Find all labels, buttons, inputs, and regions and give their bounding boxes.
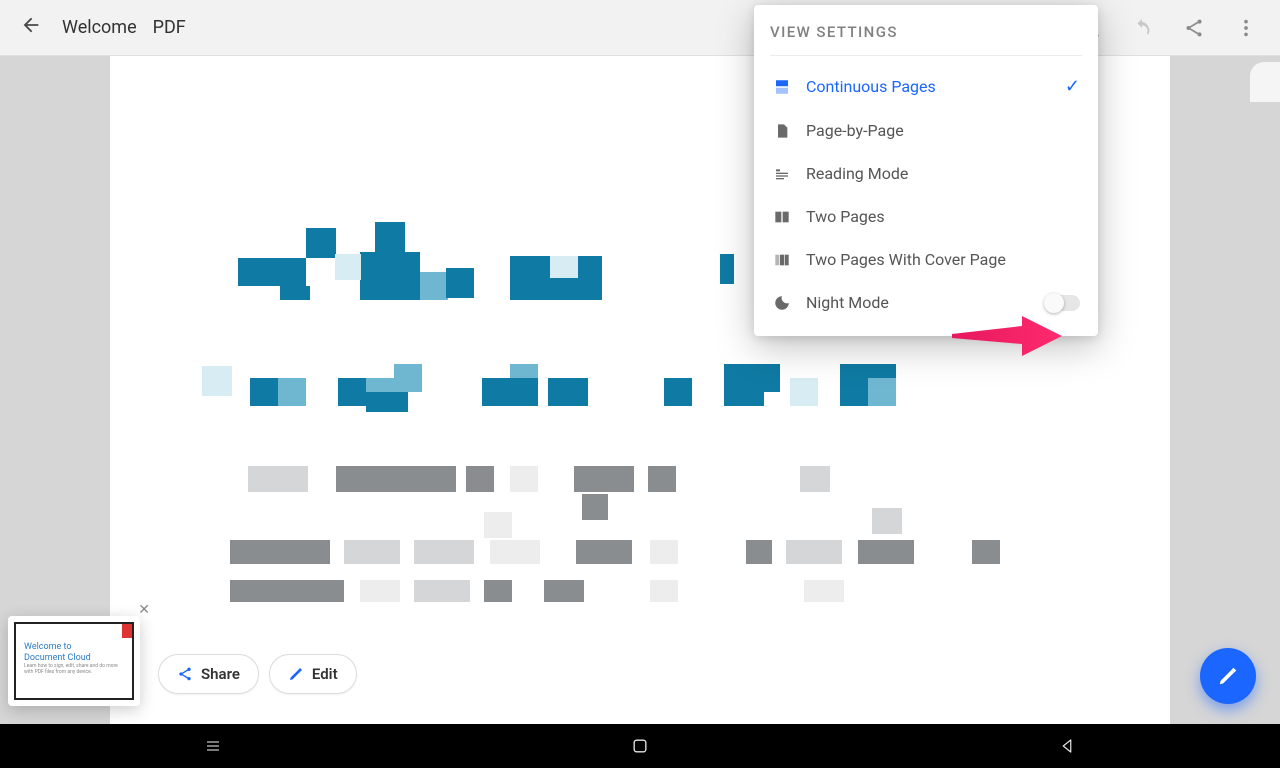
page-by-page-icon <box>772 122 792 140</box>
overflow-menu-icon[interactable] <box>1232 14 1260 42</box>
option-label: Two Pages <box>806 207 885 226</box>
two-pages-icon <box>772 209 792 225</box>
annotation-arrow <box>952 316 1062 360</box>
option-label: Continuous Pages <box>806 77 936 96</box>
option-label: Page-by-Page <box>806 121 904 140</box>
edit-button[interactable]: Edit <box>269 654 357 694</box>
thumbnail-subtitle: Learn how to sign, edit, share and do mo… <box>24 664 124 675</box>
thumbnail-content: Welcome toDocument Cloud Learn how to si… <box>14 622 134 700</box>
option-label: Two Pages With Cover Page <box>806 250 1006 269</box>
option-label: Night Mode <box>806 293 889 312</box>
nav-recent-apps-icon[interactable] <box>193 726 233 766</box>
edit-label: Edit <box>312 665 338 683</box>
share-icon <box>177 666 193 682</box>
adobe-badge-icon <box>122 624 132 638</box>
view-settings-panel: VIEW SETTINGS Continuous Pages ✓ Page-by… <box>754 5 1098 336</box>
option-continuous-pages[interactable]: Continuous Pages ✓ <box>770 64 1082 109</box>
thumbnail-title: Welcome toDocument Cloud <box>24 642 91 664</box>
page-thumbnail-preview[interactable]: ✕ Welcome toDocument Cloud Learn how to … <box>8 616 140 706</box>
thumbnail-close-icon[interactable]: ✕ <box>138 602 150 618</box>
check-icon: ✓ <box>1065 76 1080 97</box>
continuous-pages-icon <box>772 78 792 96</box>
action-pill-row: Share Edit <box>158 654 357 694</box>
option-label: Reading Mode <box>806 164 908 183</box>
share-button[interactable]: Share <box>158 654 259 694</box>
panel-title: VIEW SETTINGS <box>770 23 1082 41</box>
nav-back-icon[interactable] <box>1047 726 1087 766</box>
share-icon[interactable] <box>1180 14 1208 42</box>
option-page-by-page[interactable]: Page-by-Page <box>770 109 1082 152</box>
android-nav-bar <box>0 724 1280 768</box>
option-reading-mode[interactable]: Reading Mode <box>770 152 1082 195</box>
reading-mode-icon <box>772 166 792 182</box>
back-button[interactable] <box>12 10 50 45</box>
share-label: Share <box>201 665 240 683</box>
nav-home-icon[interactable] <box>620 726 660 766</box>
document-title: Welcome <box>62 17 137 38</box>
option-two-pages[interactable]: Two Pages <box>770 195 1082 238</box>
pencil-icon <box>288 666 304 682</box>
document-type-badge: PDF <box>153 17 186 38</box>
bookmark-tab[interactable] <box>1250 62 1280 102</box>
undo-icon[interactable] <box>1128 14 1156 42</box>
two-pages-cover-icon <box>772 252 792 268</box>
night-mode-toggle[interactable] <box>1046 295 1080 311</box>
edit-fab[interactable] <box>1200 648 1256 704</box>
panel-divider <box>770 55 1082 56</box>
night-mode-icon <box>772 294 792 312</box>
option-two-pages-cover[interactable]: Two Pages With Cover Page <box>770 238 1082 281</box>
